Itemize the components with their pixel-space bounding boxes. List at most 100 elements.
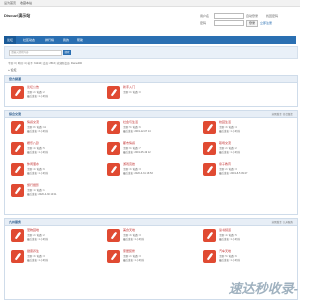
section-header: 综合交流 分区版主: 综合版主 [5,111,297,118]
forum-section: 官方频道 论坛公告 主题: 2 / 帖数: 2 最后发表: 1 小时前 新手入门 主题: … [4,75,298,107]
forum-name[interactable]: 汽车天地 [219,249,231,253]
forum-item[interactable]: 健康养生 主题: 3 / 帖数: 3 最后发表: 1 小时前 [11,249,99,265]
username-field[interactable] [214,13,244,19]
autologin-checkbox[interactable]: 自动登录 [246,14,258,18]
main-nav: 论坛 社区动态 排行榜 我的 帮助 [4,36,296,44]
login-button[interactable]: 登录 [246,20,258,27]
forgot-password-link[interactable]: 找回密码 [266,14,278,18]
forum-name[interactable]: 健康养生 [27,249,39,253]
section-title[interactable]: 综合交流 [9,112,21,116]
section-title[interactable]: 官方频道 [9,77,21,81]
forum-icon[interactable] [107,250,120,263]
set-homepage-link[interactable]: 设为首页 [4,1,16,5]
forum-name[interactable]: 娱乐八卦 [27,141,39,145]
forum-name[interactable]: 旅行摄影 [27,183,39,187]
section-title[interactable]: 九州服务 [9,220,21,224]
search-input[interactable]: 请输入搜索内容 [9,50,62,56]
forum-icon[interactable] [203,163,216,176]
forum-item[interactable]: 汽车天地 主题: 5 / 帖数: 6 最后发表: 1 小时前 [203,249,291,265]
forum-icon[interactable] [107,142,120,155]
forum-item[interactable]: 旅行摄影 主题: 1 / 帖数: 1 最后发表: 2020-4-30 10:11 [11,183,99,199]
forum-name[interactable]: 家居装修 [123,249,135,253]
forum-last-post: 最后发表: 1 小时前 [27,259,48,262]
forum-item[interactable]: 娱乐八卦 主题: 4 / 帖数: 5 最后发表: 1 小时前 [11,141,99,157]
nav-mine[interactable]: 我的 [60,36,72,44]
forum-item[interactable]: 论坛公告 主题: 2 / 帖数: 2 最后发表: 1 小时前 [11,85,99,101]
section-header: 官方频道 [5,76,297,83]
site-stats: 今日: 0 | 昨日: 4 | 帖子: 31244 | 会员: 2516 | 欢… [8,62,83,65]
forum-name[interactable]: 新手入门 [123,85,135,89]
forum-icon[interactable] [11,163,24,176]
forum-icon[interactable] [11,142,24,155]
forum-icon[interactable] [11,184,24,197]
forum-icon[interactable] [107,229,120,242]
forum-name[interactable]: 校园生活 [219,120,231,124]
forum-item[interactable]: 宠物园地 主题: 2 / 帖数: 2 最后发表: 1 小时前 [11,228,99,244]
forum-last-post: 最后发表: 3 小时前 [27,130,48,133]
forum-last-post: 最后发表: 1 小时前 [27,95,48,98]
forum-item[interactable]: 社会与生活 主题: 5 / 帖数: 6 最后发表: 2019-12-07 14 [107,120,195,136]
search-bar: 请输入搜索内容 搜索 [4,46,298,59]
forum-last-post: 最后发表: 1 小时前 [219,151,240,154]
forum-icon[interactable] [203,250,216,263]
forum-name[interactable]: 职场交流 [219,141,231,145]
login-box: 用户名 自动登录 找回密码 密码 登录 立即注册 [200,12,296,34]
nav-help[interactable]: 帮助 [74,36,86,44]
forum-name[interactable]: 美食天地 [123,228,135,232]
forum-icon[interactable] [203,229,216,242]
forum-item[interactable]: 校园生活 主题: 3 / 帖数: 4 最后发表: 1 小时前 [203,120,291,136]
forum-section: 综合交流 分区版主: 综合版主情感交流 主题: 8 / 帖数: 11 最后发表: 3 … [4,110,298,215]
forum-last-post: 最后发表: 1 小时前 [219,259,240,262]
forum-name[interactable]: 游戏竞技 [123,162,135,166]
site-logo[interactable]: Discuz!演示站 [4,13,30,19]
forum-icon[interactable] [11,86,24,99]
forum-name[interactable]: 社会与生活 [123,120,138,124]
username-label: 用户名 [200,14,210,18]
forum-icon[interactable] [11,250,24,263]
forum-icon[interactable] [11,229,24,242]
nav-ranking[interactable]: 排行榜 [42,36,57,44]
forum-name[interactable]: 都市情感 [123,141,135,145]
forum-last-post: 最后发表: 2020-3-31 16:53 [123,172,153,175]
forum-name[interactable]: 情感交流 [27,120,39,124]
forum-item[interactable]: 家居装修 主题: 2 / 帖数: 3 最后发表: 1 小时前 [107,249,195,265]
password-field[interactable] [214,20,244,26]
forum-item[interactable]: 情感交流 主题: 8 / 帖数: 11 最后发表: 3 小时前 [11,120,99,136]
forum-last-post: 最后发表: 1 小时前 [27,151,48,154]
forum-item[interactable]: 新手入门主题: 0 / 帖数: 0 [107,85,195,101]
forum-item[interactable]: 美食天地 主题: 3 / 帖数: 3 最后发表: 1 小时前 [107,228,195,244]
forum-item[interactable]: 读书频道 主题: 4 / 帖数: 5 最后发表: 1 小时前 [203,228,291,244]
forum-icon[interactable] [107,121,120,134]
nav-forum[interactable]: 论坛 [4,36,17,44]
forum-last-post: 最后发表: 2019-05-19 12 [123,151,151,154]
register-link[interactable]: 立即注册 [260,21,272,25]
forum-item[interactable]: 游戏竞技 主题: 3 / 帖数: 3 最后发表: 2020-3-31 16:53 [107,162,195,178]
forum-name[interactable]: 休闲灌水 [27,162,39,166]
section-moderators: 分区版主: 九州服务 [271,221,293,224]
forum-icon[interactable] [203,142,216,155]
forum-name[interactable]: 论坛公告 [27,85,39,89]
forum-item[interactable]: 都市情感 主题: 6 / 帖数: 7 最后发表: 2019-05-19 12 [107,141,195,157]
forum-icon[interactable] [203,121,216,134]
breadcrumb[interactable]: » 论坛 [8,68,17,72]
section-moderators: 分区版主: 综合版主 [271,113,293,116]
forum-last-post: 最后发表: 2019-12-07 14 [123,130,151,133]
forum-name[interactable]: 读书频道 [219,228,231,232]
forum-last-post: 最后发表: 2020-4-30 10:11 [27,193,57,196]
forum-name[interactable]: 宠物园地 [27,228,39,232]
forum-item[interactable]: 亲子教育 主题: 2 / 帖数: 3 最后发表: 2019-8-5 09:27 [203,162,291,178]
forum-icon[interactable] [11,121,24,134]
bookmark-link[interactable]: 收藏本站 [20,1,32,5]
forum-name[interactable]: 亲子教育 [219,162,231,166]
forum-icon[interactable] [107,86,120,99]
forum-last-post: 最后发表: 1 小时前 [27,238,48,241]
watermark-text: 速达秒收录- [228,281,298,296]
forum-last-post: 最后发表: 1 小时前 [123,238,144,241]
forum-icon[interactable] [107,163,120,176]
forum-item[interactable]: 职场交流 主题: 2 / 帖数: 2 最后发表: 1 小时前 [203,141,291,157]
forum-last-post: 最后发表: 1 小时前 [219,130,240,133]
forum-counts: 主题: 0 / 帖数: 0 [123,91,141,94]
search-button[interactable]: 搜索 [63,50,71,55]
forum-item[interactable]: 休闲灌水 主题: 4 / 帖数: 6 最后发表: 1 小时前 [11,162,99,178]
nav-dynamics[interactable]: 社区动态 [20,36,38,44]
